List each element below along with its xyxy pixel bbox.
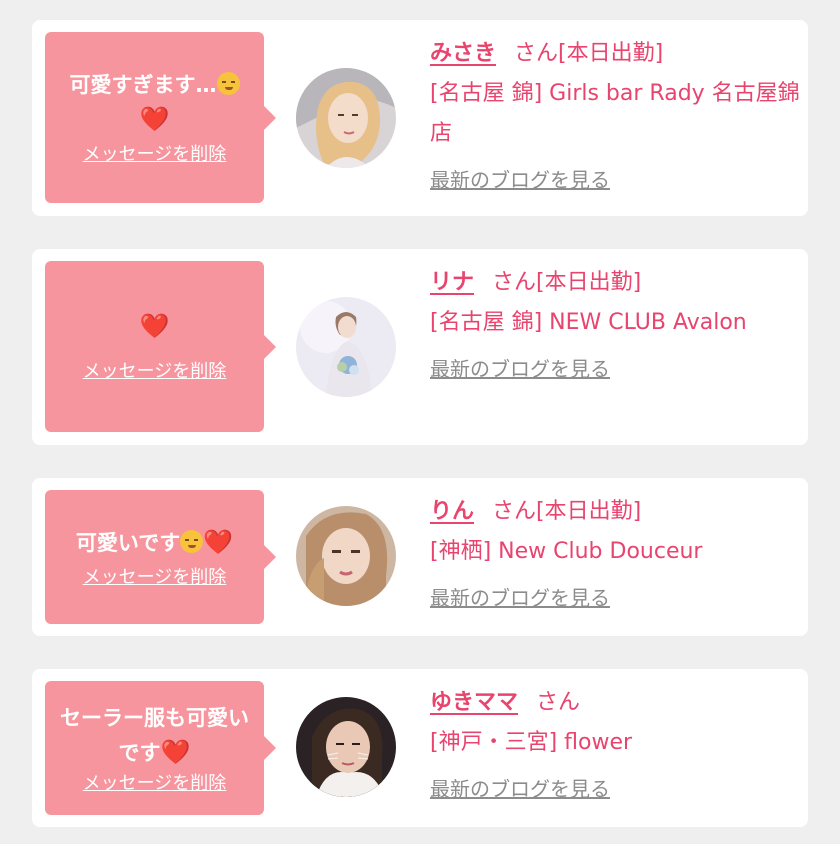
message-text: セーラー服も可愛いです❤️ xyxy=(55,701,254,770)
message-text-body: 可愛いです xyxy=(75,530,181,555)
smiling-face-with-hearts-icon xyxy=(180,529,204,553)
message-card: 可愛いです ❤️ メッセージを削除 りん さん[本日出勤] [神栖] New Clu… xyxy=(32,478,808,636)
avatar-photo xyxy=(296,297,396,397)
message-text-body: 可愛すぎます… xyxy=(69,73,217,97)
cast-status: さん xyxy=(536,690,581,715)
message-card: ❤️ メッセージを削除 リナ さん[本日出勤] [名古屋 錦] NEW CLUB … xyxy=(32,249,808,445)
card-info: りん さん[本日出勤] [神栖] New Club Douceur 最新のブログを… xyxy=(430,492,800,619)
heart-icon: ❤️ xyxy=(139,312,170,340)
delete-message-link[interactable]: メッセージを削除 xyxy=(83,772,227,796)
message-text-body: セーラー服も可愛いです xyxy=(60,705,249,765)
drooling-face-icon xyxy=(216,72,240,95)
avatar[interactable] xyxy=(296,697,396,797)
shop-name: [名古屋 錦] NEW CLUB Avalon xyxy=(430,310,747,335)
cast-status: さん[本日出勤] xyxy=(492,499,642,524)
shop-name: [名古屋 錦] Girls bar Rady 名古屋錦店 xyxy=(430,81,800,146)
cast-name-link[interactable]: りん xyxy=(430,499,474,524)
latest-blog-link[interactable]: 最新のブログを見る xyxy=(430,578,610,618)
message-bubble: ❤️ メッセージを削除 xyxy=(45,261,276,432)
card-info: リナ さん[本日出勤] [名古屋 錦] NEW CLUB Avalon 最新のブロ… xyxy=(430,263,800,390)
shop-name: [神戸・三宮] flower xyxy=(430,730,633,755)
cast-name-link[interactable]: リナ xyxy=(430,270,474,295)
heart-icon: ❤️ xyxy=(160,737,191,766)
message-bubble: 可愛すぎます… ❤️ メッセージを削除 xyxy=(45,32,276,203)
delete-message-link[interactable]: メッセージを削除 xyxy=(83,566,227,590)
latest-blog-link[interactable]: 最新のブログを見る xyxy=(430,349,610,389)
delete-message-link[interactable]: メッセージを削除 xyxy=(83,143,227,167)
message-text: ❤️ xyxy=(140,309,170,344)
message-bubble: 可愛いです ❤️ メッセージを削除 xyxy=(45,490,276,624)
avatar-photo xyxy=(296,697,396,797)
avatar[interactable] xyxy=(296,297,396,397)
message-card: 可愛すぎます… ❤️ メッセージを削除 みさき さん[本日出勤] [名古屋 錦] … xyxy=(32,20,808,216)
heart-icon: ❤️ xyxy=(203,527,234,556)
message-text: 可愛すぎます… ❤️ xyxy=(70,68,240,137)
heart-icon: ❤️ xyxy=(139,105,170,133)
cast-name-link[interactable]: ゆきママ xyxy=(430,690,518,715)
shop-name: [神栖] New Club Douceur xyxy=(430,539,703,564)
card-info: みさき さん[本日出勤] [名古屋 錦] Girls bar Rady 名古屋錦店… xyxy=(430,34,800,201)
avatar-photo xyxy=(296,506,396,606)
message-list: 可愛すぎます… ❤️ メッセージを削除 みさき さん[本日出勤] [名古屋 錦] … xyxy=(0,0,840,844)
card-info: ゆきママ さん [神戸・三宮] flower 最新のブログを見る xyxy=(430,683,800,810)
cast-name-link[interactable]: みさき xyxy=(430,41,496,66)
message-card: セーラー服も可愛いです❤️ メッセージを削除 ゆきママ さん [神戸・三宮] fl… xyxy=(32,669,808,827)
latest-blog-link[interactable]: 最新のブログを見る xyxy=(430,160,610,200)
latest-blog-link[interactable]: 最新のブログを見る xyxy=(430,769,610,809)
cast-status: さん[本日出勤] xyxy=(514,41,664,66)
avatar[interactable] xyxy=(296,68,396,168)
avatar[interactable] xyxy=(296,506,396,606)
message-text: 可愛いです ❤️ xyxy=(76,525,233,560)
message-bubble: セーラー服も可愛いです❤️ メッセージを削除 xyxy=(45,681,276,815)
cast-status: さん[本日出勤] xyxy=(492,270,642,295)
avatar-photo xyxy=(296,68,396,168)
delete-message-link[interactable]: メッセージを削除 xyxy=(83,360,227,384)
